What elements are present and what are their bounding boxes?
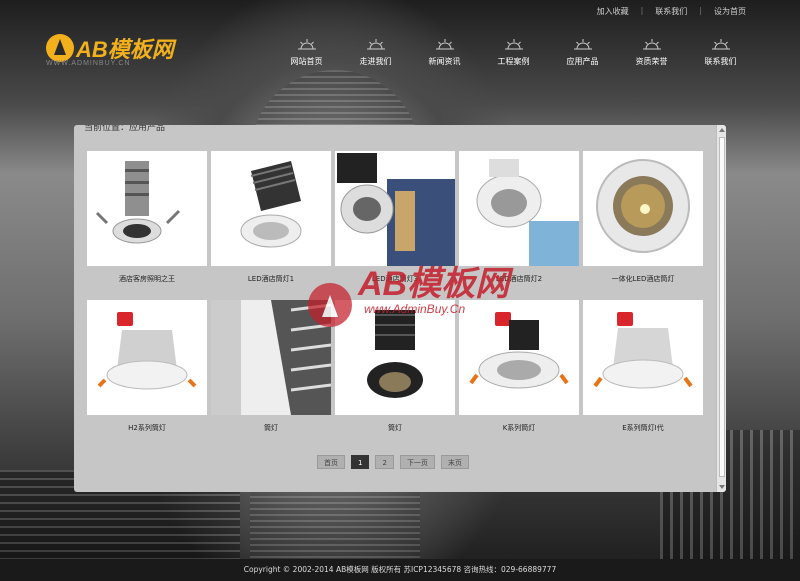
page-2-button[interactable]: 2 <box>375 455 394 469</box>
product-card[interactable]: K系列筒灯 <box>459 300 579 445</box>
logo-icon <box>46 34 74 62</box>
scroll-down-icon[interactable] <box>719 485 725 489</box>
product-image <box>459 151 579 266</box>
next-page-button[interactable]: 下一页 <box>399 455 435 469</box>
nav-item-contact[interactable]: 联系我们 <box>686 38 755 67</box>
last-page-button[interactable]: 末页 <box>440 455 469 469</box>
product-card[interactable]: 筒灯 <box>211 300 331 445</box>
product-name[interactable]: LED酒店筒灯3 <box>335 266 455 292</box>
product-image <box>459 300 579 415</box>
product-image <box>87 300 207 415</box>
product-image <box>583 300 703 415</box>
product-card[interactable]: 筒灯 <box>335 300 455 445</box>
product-image <box>211 300 331 415</box>
main-nav: 网站首页 走进我们 新闻资讯 工程案例 应用产品 资质荣誉 联系我们 <box>272 38 755 67</box>
sunrise-icon <box>642 38 661 50</box>
nav-label: 资质荣誉 <box>635 57 668 66</box>
product-card[interactable]: 一体化LED酒店筒灯 <box>583 151 703 296</box>
product-image <box>335 151 455 266</box>
product-name[interactable]: 筒灯 <box>211 415 331 441</box>
product-card[interactable]: H2系列筒灯 <box>87 300 207 445</box>
product-name[interactable]: K系列筒灯 <box>459 415 579 441</box>
sunrise-icon <box>366 38 385 50</box>
product-name[interactable]: LED酒店筒灯2 <box>459 266 579 292</box>
product-name[interactable]: 酒店客房照明之王 <box>87 266 207 292</box>
nav-label: 网站首页 <box>290 57 323 66</box>
nav-item-honors[interactable]: 资质荣誉 <box>617 38 686 67</box>
first-page-button[interactable]: 首页 <box>317 455 345 469</box>
sunrise-icon <box>435 38 454 50</box>
product-image <box>583 151 703 266</box>
nav-item-home[interactable]: 网站首页 <box>272 38 341 67</box>
nav-item-products[interactable]: 应用产品 <box>548 38 617 67</box>
sunrise-icon <box>504 38 523 50</box>
footer-copyright: Copyright © 2002-2014 AB模板网 版权所有 苏ICP123… <box>243 565 557 574</box>
sunrise-icon <box>573 38 592 50</box>
product-card[interactable]: E系列筒灯I代 <box>583 300 703 445</box>
product-panel: 当前位置：应用产品 酒店客房照明之王 LED酒店筒灯1 LED酒店筒灯3 LED… <box>74 125 726 492</box>
nav-item-news[interactable]: 新闻资讯 <box>410 38 479 67</box>
set-homepage-link[interactable]: 设为首页 <box>714 6 746 17</box>
nav-label: 工程案例 <box>497 57 530 66</box>
product-image <box>335 300 455 415</box>
contact-link[interactable]: 联系我们 <box>655 6 687 17</box>
footer: Copyright © 2002-2014 AB模板网 版权所有 苏ICP123… <box>0 559 800 581</box>
add-favorite-link[interactable]: 加入收藏 <box>597 6 629 17</box>
product-name[interactable]: 筒灯 <box>335 415 455 441</box>
top-links: 加入收藏 | 联系我们 | 设为首页 <box>597 6 746 17</box>
product-card[interactable]: LED酒店筒灯2 <box>459 151 579 296</box>
separator: | <box>640 6 644 15</box>
vertical-scrollbar[interactable] <box>716 125 726 492</box>
nav-item-cases[interactable]: 工程案例 <box>479 38 548 67</box>
breadcrumb: 当前位置：应用产品 <box>84 125 166 133</box>
nav-label: 新闻资讯 <box>428 57 461 66</box>
product-image <box>211 151 331 266</box>
logo-subtitle: WWW.ADMINBUY.CN <box>46 60 131 67</box>
product-card[interactable]: LED酒店筒灯3 <box>335 151 455 296</box>
sunrise-icon <box>297 38 316 50</box>
product-grid: 酒店客房照明之王 LED酒店筒灯1 LED酒店筒灯3 LED酒店筒灯2 一体化L… <box>87 151 703 445</box>
page-1-button[interactable]: 1 <box>351 455 370 469</box>
separator: | <box>699 6 702 15</box>
product-name[interactable]: E系列筒灯I代 <box>583 415 703 441</box>
product-card[interactable]: LED酒店筒灯1 <box>211 151 331 296</box>
nav-label: 应用产品 <box>566 57 599 66</box>
product-name[interactable]: LED酒店筒灯1 <box>211 266 331 292</box>
product-image <box>87 151 207 266</box>
product-name[interactable]: H2系列筒灯 <box>87 415 207 441</box>
scroll-thumb[interactable] <box>719 137 725 477</box>
nav-label: 联系我们 <box>704 57 737 66</box>
product-card[interactable]: 酒店客房照明之王 <box>87 151 207 296</box>
nav-label: 走进我们 <box>359 57 392 66</box>
sunrise-icon <box>711 38 730 50</box>
scroll-up-icon[interactable] <box>719 128 725 132</box>
pagination: 首页 1 2 下一页 末页 <box>317 455 469 469</box>
product-name[interactable]: 一体化LED酒店筒灯 <box>583 266 703 292</box>
nav-item-about[interactable]: 走进我们 <box>341 38 410 67</box>
